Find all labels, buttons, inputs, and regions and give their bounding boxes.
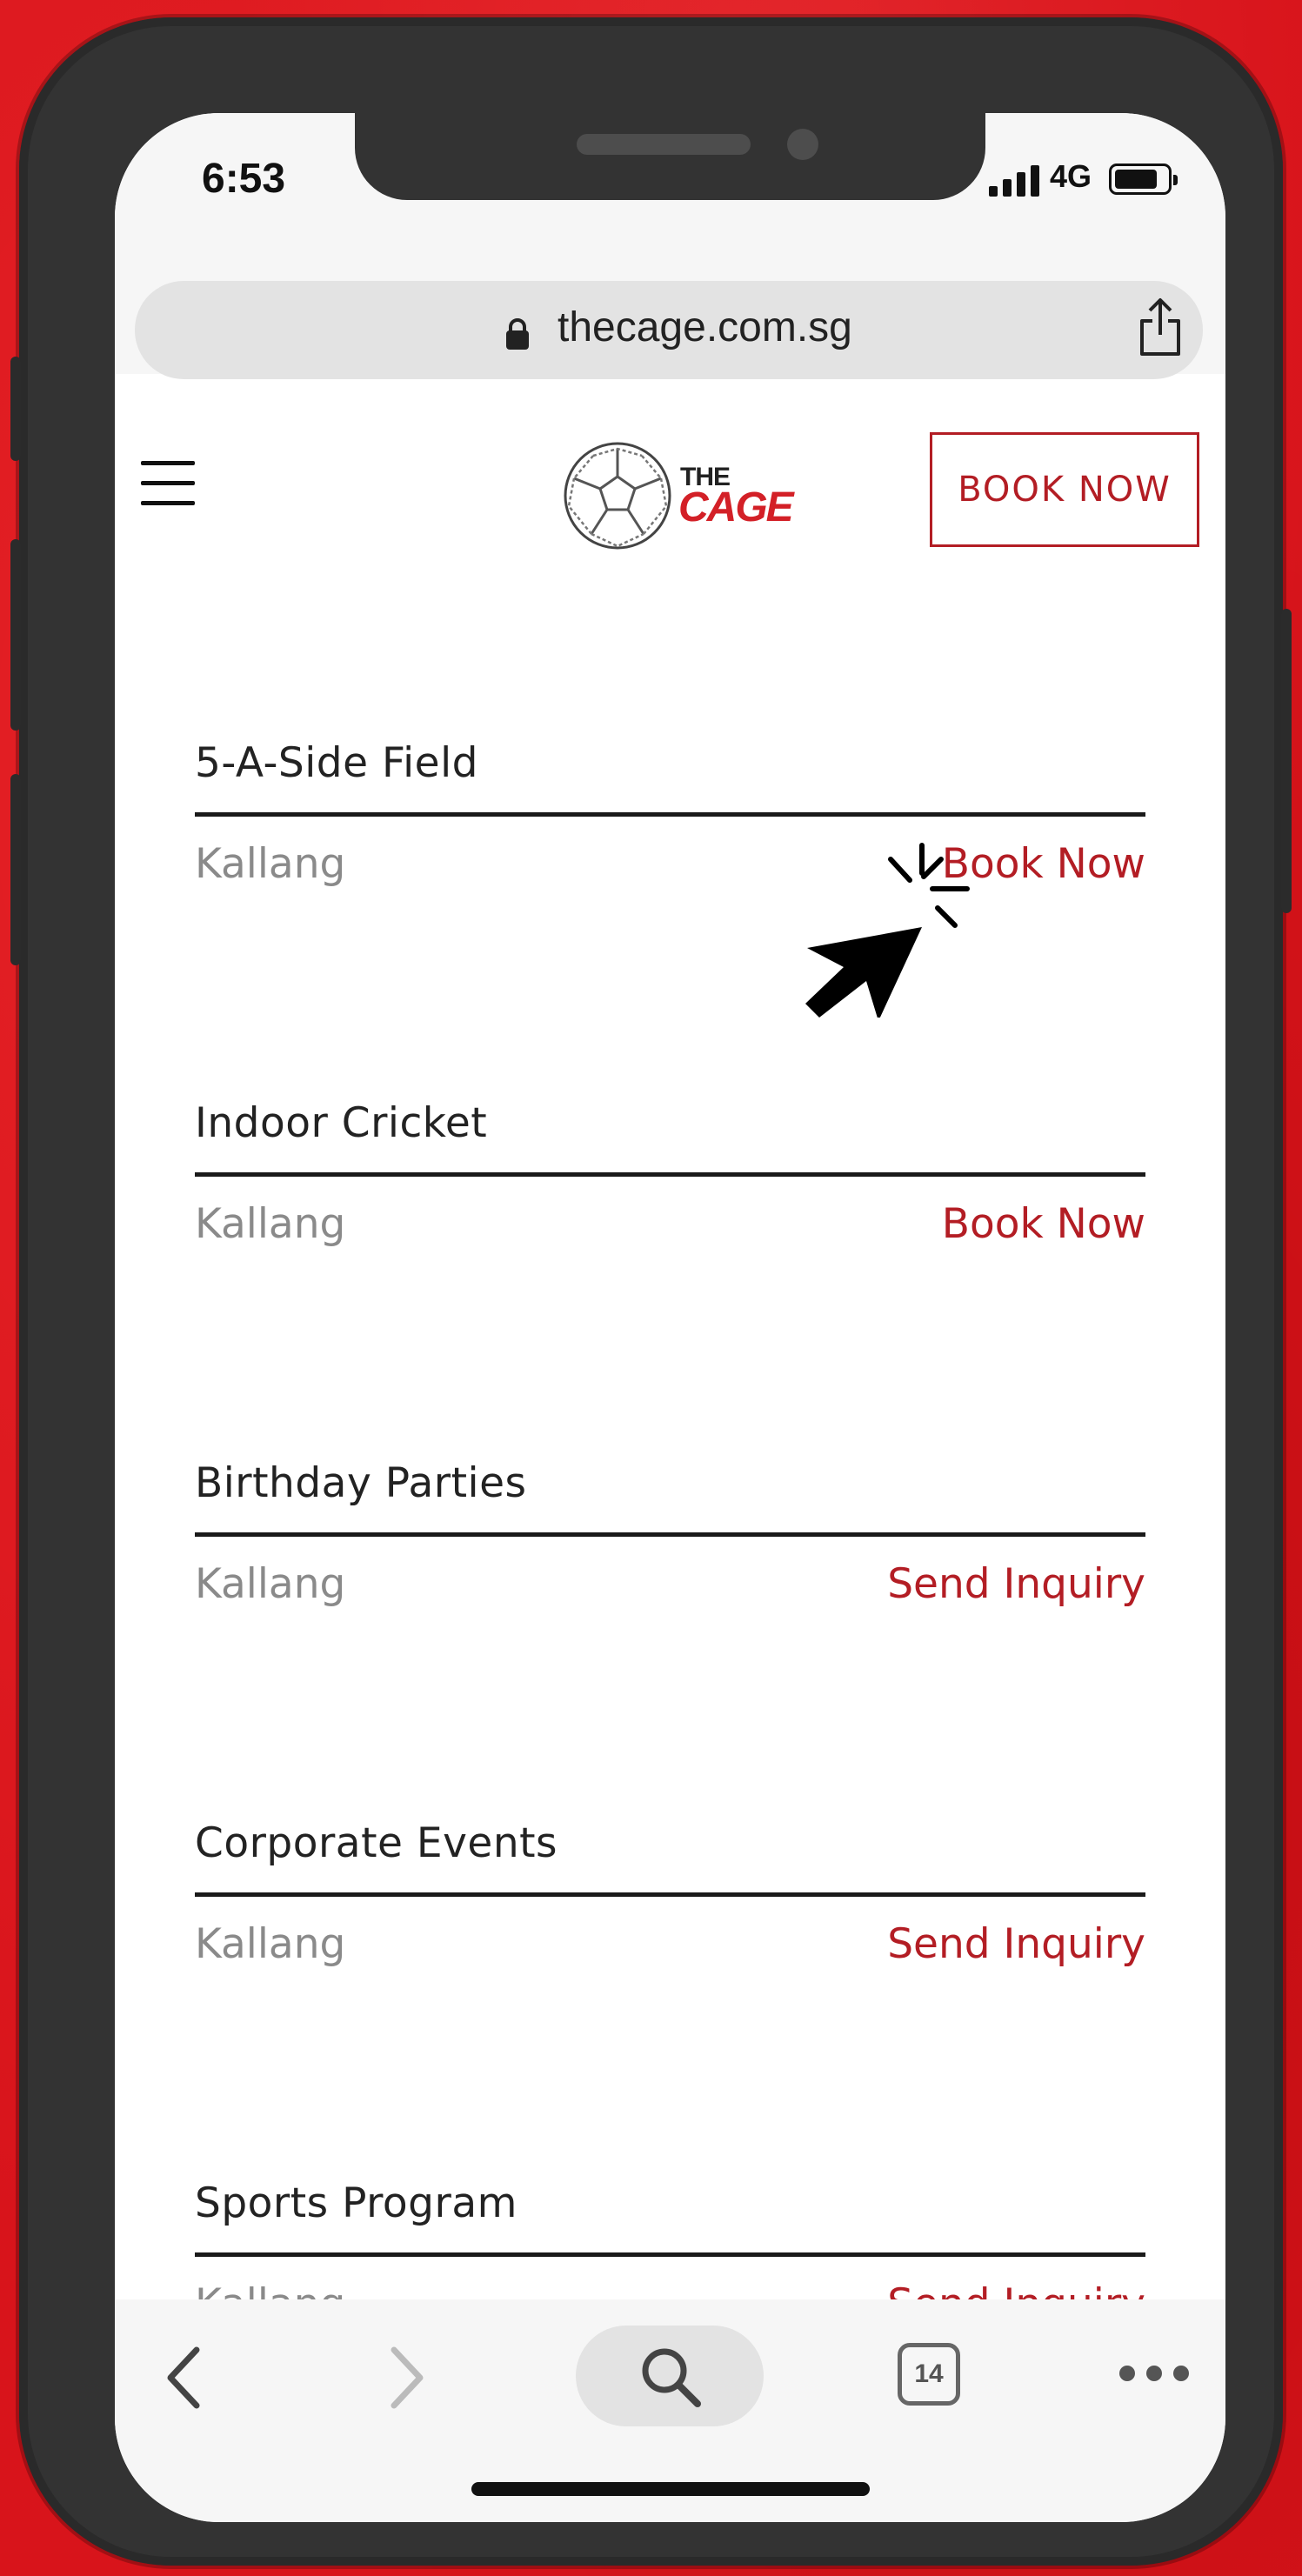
share-icon[interactable]: [1135, 295, 1185, 359]
header-book-now-button[interactable]: BOOK NOW: [930, 432, 1199, 547]
forward-icon[interactable]: [380, 2343, 432, 2412]
logo-text-cage: CAGE: [678, 484, 794, 531]
item-title: 5-A-Side Field: [195, 739, 478, 787]
phone-power-button: [1281, 609, 1292, 913]
item-location: Kallang: [195, 1200, 346, 1248]
pointer-cursor-icon: [805, 843, 970, 1018]
address-bar[interactable]: thecage.com.sg: [135, 281, 1203, 379]
speaker-grille: [577, 134, 751, 155]
search-button[interactable]: [576, 2326, 764, 2426]
item-title: Corporate Events: [195, 1819, 558, 1867]
tabs-icon[interactable]: 14: [898, 2343, 960, 2406]
browser-toolbar: 14: [115, 2299, 1225, 2522]
url-text[interactable]: thecage.com.sg: [558, 304, 852, 351]
item-location: Kallang: [195, 1560, 346, 1608]
status-time: 6:53: [202, 156, 286, 202]
item-title: Birthday Parties: [195, 1459, 527, 1507]
phone-volume-down: [10, 774, 21, 965]
signal-icon: [989, 165, 1043, 197]
phone-mute-switch: [10, 357, 21, 461]
send-inquiry-link[interactable]: Send Inquiry: [887, 1560, 1145, 1608]
phone-volume-up: [10, 539, 21, 731]
front-camera: [787, 129, 818, 160]
lock-icon: [506, 318, 529, 350]
home-indicator[interactable]: [471, 2482, 870, 2496]
send-inquiry-link[interactable]: Send Inquiry: [887, 1920, 1145, 1968]
item-divider: [195, 1892, 1145, 1897]
network-type: 4G: [1050, 158, 1092, 194]
book-now-link[interactable]: Book Now: [942, 1200, 1145, 1248]
hamburger-icon[interactable]: [141, 461, 195, 506]
item-location: Kallang: [195, 1920, 346, 1968]
more-icon[interactable]: [1115, 2360, 1193, 2386]
back-icon[interactable]: [158, 2343, 210, 2412]
item-divider: [195, 1172, 1145, 1177]
item-location: Kallang: [195, 840, 346, 888]
item-title: Sports Program: [195, 2179, 517, 2227]
browser-address-area: thecage.com.sg: [115, 252, 1225, 379]
item-divider: [195, 2252, 1145, 2257]
phone-frame: 6:53 4G thecage.com.sg THE CAGE BOOK NOW…: [10, 17, 1292, 2566]
item-title: Indoor Cricket: [195, 1099, 488, 1147]
site-logo[interactable]: THE CAGE: [558, 435, 794, 557]
phone-screen: 6:53 4G thecage.com.sg THE CAGE BOOK NOW…: [115, 113, 1225, 2522]
item-divider: [195, 812, 1145, 817]
battery-icon: [1109, 164, 1178, 195]
item-divider: [195, 1532, 1145, 1537]
search-icon: [642, 2348, 701, 2407]
football-icon: [564, 442, 671, 550]
phone-notch: [355, 113, 985, 200]
status-bar: 6:53 4G: [115, 113, 1225, 252]
